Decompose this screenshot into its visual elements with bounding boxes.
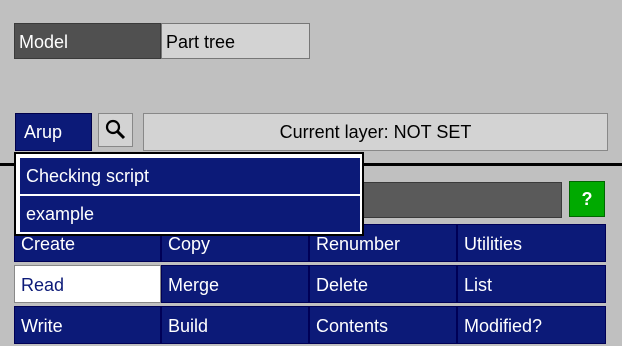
magnifier-icon	[105, 119, 126, 140]
help-button[interactable]: ?	[569, 181, 605, 217]
menu-item-example[interactable]: example	[20, 196, 360, 232]
tab-part-tree[interactable]: Part tree	[161, 23, 310, 59]
contents-button[interactable]: Contents	[309, 306, 457, 344]
write-button[interactable]: Write	[14, 306, 161, 344]
arup-dropdown-menu: Checking script example	[14, 152, 364, 236]
list-button[interactable]: List	[457, 265, 606, 303]
modified-button[interactable]: Modified?	[457, 306, 606, 344]
delete-button[interactable]: Delete	[309, 265, 457, 303]
search-button[interactable]	[98, 113, 133, 147]
merge-button[interactable]: Merge	[161, 265, 309, 303]
menu-item-checking-script[interactable]: Checking script	[20, 158, 360, 194]
arup-menu-button[interactable]: Arup	[15, 113, 92, 151]
current-layer-display[interactable]: Current layer: NOT SET	[143, 113, 608, 151]
utilities-button[interactable]: Utilities	[457, 224, 606, 262]
tab-model[interactable]: Model	[14, 23, 161, 59]
build-button[interactable]: Build	[161, 306, 309, 344]
primer-window: Model Part tree Arup Current layer: NOT …	[0, 0, 622, 346]
read-button[interactable]: Read	[14, 265, 161, 303]
